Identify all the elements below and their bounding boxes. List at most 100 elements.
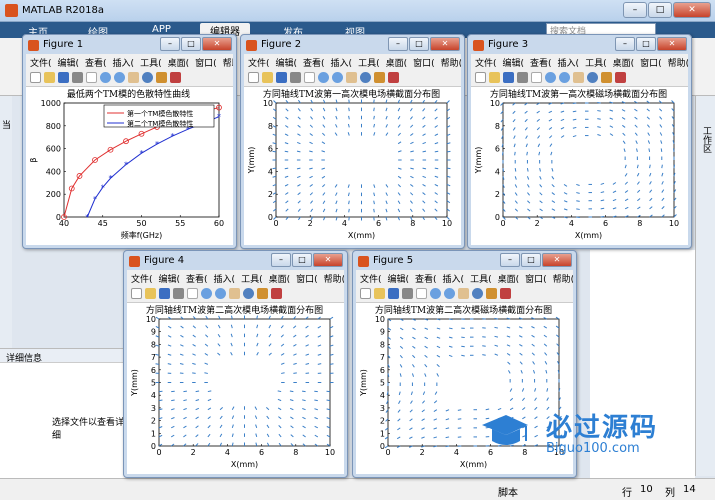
menu-item[interactable]: 工具( [470,272,492,285]
menu-item[interactable]: 编辑( [276,56,298,69]
figure-3-window[interactable]: Figure 3 – □ ✕ 文件(编辑(查看(插入(工具(桌面(窗口(帮助( 方同… [467,34,692,249]
menu-item[interactable]: 文件( [30,56,52,69]
menu-item[interactable]: 文件( [360,272,382,285]
print-icon[interactable] [173,288,184,299]
print-icon[interactable] [517,72,528,83]
open-folder-icon[interactable] [374,288,385,299]
menu-item[interactable]: 编辑( [58,56,80,69]
zoom-in-icon[interactable] [430,288,441,299]
figure-2-window[interactable]: Figure 2 – □ ✕ 文件(编辑(查看(插入(工具(桌面(窗口(帮助( 方同… [240,34,465,249]
workspace-panel[interactable]: 工作区 [695,96,715,476]
menu-item[interactable]: 查看( [303,56,325,69]
figure-canvas[interactable]: 最低两个TM模的色散特性曲线 40 45 50 55 60 0 200 400 600 800 100… [26,87,233,245]
menu-item[interactable]: 桌面( [498,272,520,285]
data-cursor-icon[interactable] [486,288,497,299]
menu-item[interactable]: 文件( [248,56,270,69]
data-cursor-icon[interactable] [374,72,385,83]
menu-item[interactable]: 插入( [331,56,353,69]
zoom-in-icon[interactable] [318,72,329,83]
zoom-out-icon[interactable] [559,72,570,83]
brush-icon[interactable] [500,288,511,299]
menu-item[interactable]: 查看( [85,56,107,69]
figure-close-button[interactable]: ✕ [202,37,232,51]
figure-close-button[interactable]: ✕ [657,37,687,51]
rotate-icon[interactable] [587,72,598,83]
pointer-icon[interactable] [304,72,315,83]
open-folder-icon[interactable] [489,72,500,83]
rotate-icon[interactable] [142,72,153,83]
figure-canvas[interactable]: 方同轴线TM波第一高次模电场横截面分布图 0 2 4 6 8 10 0 2 4 6 8 10 X(mm) Y… [244,87,461,245]
brush-icon[interactable] [271,288,282,299]
figure-close-button[interactable]: ✕ [430,37,460,51]
data-cursor-icon[interactable] [257,288,268,299]
pan-hand-icon[interactable] [128,72,139,83]
figure-minimize-button[interactable]: – [388,37,408,51]
menu-item[interactable]: 桌面( [386,56,408,69]
figure-maximize-button[interactable]: □ [181,37,201,51]
menu-item[interactable]: 桌面( [168,56,190,69]
zoom-out-icon[interactable] [332,72,343,83]
close-button[interactable]: ✕ [673,2,711,18]
figure-canvas[interactable]: 方同轴线TM波第一高次模磁场横截面分布图 0 2 4 6 8 10 0 2 4 6 8 10 X(mm) Y… [471,87,688,245]
pan-hand-icon[interactable] [458,288,469,299]
figure-minimize-button[interactable]: – [160,37,180,51]
brush-icon[interactable] [388,72,399,83]
save-icon[interactable] [503,72,514,83]
menu-item[interactable]: 编辑( [503,56,525,69]
save-icon[interactable] [388,288,399,299]
zoom-out-icon[interactable] [114,72,125,83]
print-icon[interactable] [290,72,301,83]
menu-item[interactable]: 窗口( [525,272,547,285]
figure-maximize-button[interactable]: □ [292,253,312,267]
rotate-icon[interactable] [243,288,254,299]
menu-item[interactable]: 桌面( [613,56,635,69]
menu-item[interactable]: 插入( [558,56,580,69]
menu-item[interactable]: 帮助( [441,56,461,69]
menu-item[interactable]: 插入( [113,56,135,69]
menu-item[interactable]: 文件( [475,56,497,69]
pan-hand-icon[interactable] [346,72,357,83]
menu-item[interactable]: 查看( [415,272,437,285]
figure-canvas[interactable]: 方同轴线TM波第二高次模电场横截面分布图 0 2 4 6 8 10 0 1 2 3 4 5 6 7 8 9 10 X… [127,303,344,474]
menu-item[interactable]: 工具( [585,56,607,69]
figure-minimize-button[interactable]: – [271,253,291,267]
menu-item[interactable]: 窗口( [296,272,318,285]
data-cursor-icon[interactable] [601,72,612,83]
zoom-out-icon[interactable] [215,288,226,299]
open-folder-icon[interactable] [145,288,156,299]
data-cursor-icon[interactable] [156,72,167,83]
figure-minimize-button[interactable]: – [615,37,635,51]
print-icon[interactable] [402,288,413,299]
save-icon[interactable] [58,72,69,83]
figure-close-button[interactable]: ✕ [313,253,343,267]
rotate-icon[interactable] [360,72,371,83]
print-icon[interactable] [72,72,83,83]
zoom-in-icon[interactable] [201,288,212,299]
menu-item[interactable]: 工具( [358,56,380,69]
figure-close-button[interactable]: ✕ [542,253,572,267]
menu-item[interactable]: 插入( [443,272,465,285]
menu-item[interactable]: 帮助( [668,56,688,69]
pointer-icon[interactable] [416,288,427,299]
menu-item[interactable]: 窗口( [413,56,435,69]
menu-item[interactable]: 编辑( [388,272,410,285]
menu-item[interactable]: 桌面( [269,272,291,285]
save-icon[interactable] [159,288,170,299]
menu-item[interactable]: 工具( [241,272,263,285]
menu-item[interactable]: 窗口( [640,56,662,69]
pointer-icon[interactable] [187,288,198,299]
menu-item[interactable]: 文件( [131,272,153,285]
new-figure-icon[interactable] [248,72,259,83]
maximize-button[interactable]: □ [648,2,672,18]
figure-1-window[interactable]: Figure 1 –□✕ 文件(编辑(查看(插入(工具(桌面(窗口(帮助( 最低… [22,34,237,249]
open-folder-icon[interactable] [262,72,273,83]
menu-item[interactable]: 查看( [530,56,552,69]
pointer-icon[interactable] [86,72,97,83]
new-figure-icon[interactable] [475,72,486,83]
figure-maximize-button[interactable]: □ [521,253,541,267]
brush-icon[interactable] [170,72,181,83]
figure-maximize-button[interactable]: □ [409,37,429,51]
menu-item[interactable]: 查看( [186,272,208,285]
menu-item[interactable]: 窗口( [195,56,217,69]
zoom-out-icon[interactable] [444,288,455,299]
